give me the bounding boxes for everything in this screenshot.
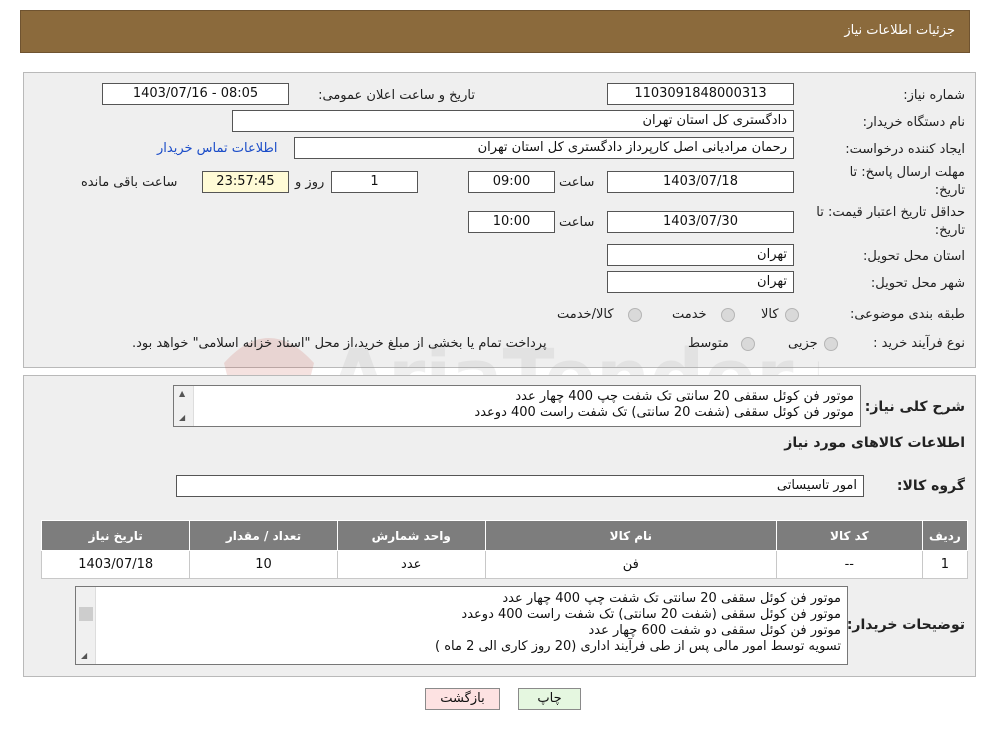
- deadline-date-label: تاریخ:: [934, 183, 965, 198]
- validity-time-label: ساعت: [559, 215, 595, 230]
- category-service-radio[interactable]: [721, 308, 735, 322]
- process-minor-radio[interactable]: [824, 337, 838, 351]
- column-header-unit: واحد شمارش: [336, 520, 486, 551]
- validity-date-field: 1403/07/30: [607, 211, 794, 233]
- buyer-contact-link[interactable]: اطلاعات تماس خریدار: [157, 141, 277, 156]
- need-number-label: شماره نیاز:: [903, 88, 965, 103]
- category-goods-service-radio[interactable]: [628, 308, 642, 322]
- page-header: جزئیات اطلاعات نیاز: [20, 10, 970, 53]
- table-row: 1 -- فن عدد 10 1403/07/18: [40, 550, 969, 579]
- goods-table-header-row: ردیف کد کالا نام کالا واحد شمارش تعداد /…: [40, 520, 969, 551]
- buyer-notes-line: موتور فن کوئل سقفی دو شفت 600 چهار عدد: [588, 623, 841, 638]
- requester-field: رحمان مرادیانی اصل کارپرداز دادگستری کل …: [294, 137, 794, 159]
- province-field: تهران: [607, 244, 794, 266]
- summary-scrollbar[interactable]: ▲ ◢: [174, 386, 194, 426]
- need-details-panel: شرح کلی نیاز: ▲ ◢ موتور فن کوئل سقفی 20 …: [23, 375, 976, 677]
- remaining-label: ساعت باقی مانده: [81, 175, 178, 190]
- need-number-field: 1103091848000313: [607, 83, 794, 105]
- process-type-label: نوع فرآیند خرید :: [873, 336, 965, 351]
- deadline-label: مهلت ارسال پاسخ: تا: [849, 165, 965, 180]
- buyer-notes-textarea[interactable]: ◢ موتور فن کوئل سقفی 20 سانتی تک شفت چپ …: [75, 586, 848, 665]
- scroll-up-icon[interactable]: ▲: [179, 389, 185, 398]
- city-label: شهر محل تحویل:: [870, 276, 965, 291]
- scroll-thumb[interactable]: [79, 607, 93, 621]
- resize-grip-icon[interactable]: ◢: [81, 651, 87, 660]
- resize-grip-icon[interactable]: ◢: [179, 413, 185, 422]
- process-note: پرداخت تمام یا بخشی از مبلغ خرید،از محل …: [132, 336, 547, 351]
- column-header-item-name: نام کالا: [484, 520, 777, 551]
- province-label: استان محل تحویل:: [863, 249, 965, 264]
- category-service-label: خدمت: [672, 307, 707, 322]
- process-minor-label: جزیی: [788, 336, 818, 351]
- deadline-date-field: 1403/07/18: [607, 171, 794, 193]
- cell-row-number: 1: [921, 550, 969, 579]
- need-info-panel: AriaTender.neT شماره نیاز: 1103091848000…: [23, 72, 976, 423]
- remaining-time-field: 23:57:45: [202, 171, 289, 193]
- process-medium-label: متوسط: [688, 336, 729, 351]
- goods-info-title: اطلاعات کالاهای مورد نیاز: [784, 435, 965, 451]
- back-button[interactable]: بازگشت: [425, 688, 500, 710]
- summary-line: موتور فن کوئل سقفی (شفت 20 سانتی) تک شفت…: [474, 405, 854, 420]
- print-button[interactable]: چاپ: [518, 688, 581, 710]
- column-header-need-date: تاریخ نیاز: [40, 520, 191, 551]
- buyer-notes-line: موتور فن کوئل سقفی 20 سانتی تک شفت چپ 40…: [502, 591, 841, 606]
- goods-group-label: گروه کالا:: [896, 478, 965, 494]
- summary-label: شرح کلی نیاز:: [864, 399, 965, 415]
- buyer-notes-line: موتور فن کوئل سقفی (شفت 20 سانتی) تک شفت…: [461, 607, 841, 622]
- summary-line: موتور فن کوئل سقفی 20 سانتی تک شفت چپ 40…: [515, 389, 854, 404]
- summary-textarea[interactable]: ▲ ◢ موتور فن کوئل سقفی 20 سانتی تک شفت چ…: [173, 385, 861, 427]
- city-field: تهران: [607, 271, 794, 293]
- cell-quantity: 10: [189, 550, 338, 579]
- cell-item-code: --: [775, 550, 923, 579]
- cell-unit: عدد: [336, 550, 486, 579]
- buyer-org-field: دادگستری کل استان تهران: [232, 110, 794, 132]
- category-goods-radio[interactable]: [785, 308, 799, 322]
- goods-table: ردیف کد کالا نام کالا واحد شمارش تعداد /…: [40, 520, 969, 579]
- process-medium-radio[interactable]: [741, 337, 755, 351]
- cell-item-name: فن: [484, 550, 777, 579]
- buyer-notes-line: تسویه توسط امور مالی پس از طی فرآیند ادا…: [434, 639, 841, 654]
- days-field: 1: [331, 171, 418, 193]
- category-label: طبقه بندی موضوعی:: [849, 307, 965, 322]
- buyer-org-label: نام دستگاه خریدار:: [862, 115, 965, 130]
- requester-label: ایجاد کننده درخواست:: [845, 142, 965, 157]
- buyer-notes-label: توضیحات خریدار:: [846, 617, 965, 633]
- announce-datetime-field: 1403/07/16 - 08:05: [102, 83, 289, 105]
- validity-label: حداقل تاریخ اعتبار قیمت: تا: [816, 205, 965, 220]
- column-header-quantity: تعداد / مقدار: [189, 520, 338, 551]
- category-goods-label: کالا: [761, 307, 779, 322]
- goods-group-field: امور تاسیساتی: [176, 475, 864, 497]
- validity-date-label: تاریخ:: [934, 223, 965, 238]
- category-goods-service-label: کالا/خدمت: [557, 307, 614, 322]
- page-title: جزئیات اطلاعات نیاز: [844, 23, 955, 38]
- column-header-row-number: ردیف: [921, 520, 969, 551]
- deadline-time-label: ساعت: [559, 175, 595, 190]
- deadline-time-field: 09:00: [468, 171, 555, 193]
- column-header-item-code: کد کالا: [775, 520, 923, 551]
- buyer-notes-scrollbar[interactable]: ◢: [76, 587, 96, 664]
- days-label: روز و: [295, 175, 325, 190]
- validity-time-field: 10:00: [468, 211, 555, 233]
- cell-need-date: 1403/07/18: [40, 550, 191, 579]
- announce-label: تاریخ و ساعت اعلان عمومی:: [318, 88, 475, 103]
